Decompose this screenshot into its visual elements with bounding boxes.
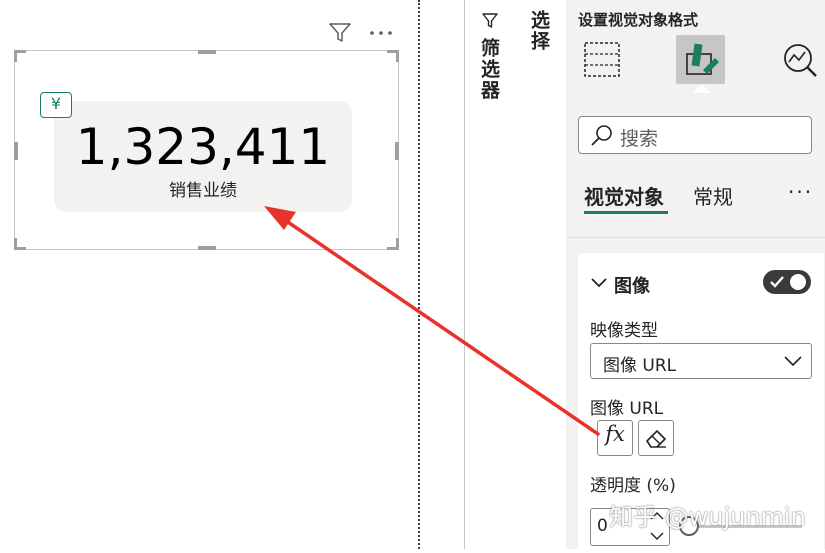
build-visual-icon[interactable] — [582, 40, 622, 80]
checkmark-icon — [769, 274, 785, 294]
watermark: 知乎 @wujunmin — [609, 503, 806, 531]
filters-pane-title[interactable]: 筛选器 — [476, 38, 503, 101]
resize-handle[interactable] — [198, 50, 216, 54]
resize-handle[interactable] — [14, 50, 17, 62]
image-type-value: 图像 URL — [603, 356, 677, 376]
visualizations-pane-strip-title[interactable]: 选择 — [526, 10, 553, 52]
yen-icon: ¥ — [40, 92, 72, 118]
chevron-down-icon — [783, 353, 803, 373]
filter-icon — [481, 12, 499, 34]
canvas-pane-divider — [418, 0, 420, 549]
resize-handle[interactable] — [14, 142, 18, 160]
selected-tab-pointer — [693, 84, 711, 93]
resize-handle[interactable] — [396, 50, 399, 62]
image-url-label: 图像 URL — [590, 399, 664, 419]
tab-general[interactable]: 常规 — [693, 181, 733, 210]
resize-handle[interactable] — [396, 238, 399, 250]
filter-icon[interactable] — [328, 22, 352, 48]
divider — [566, 237, 825, 238]
search-placeholder: 搜索 — [620, 128, 659, 150]
format-visual-icon[interactable] — [681, 40, 721, 80]
search-icon — [590, 124, 614, 152]
image-type-label: 映像类型 — [590, 321, 658, 341]
resize-handle[interactable] — [198, 246, 216, 250]
transparency-label: 透明度 (%) — [590, 476, 676, 496]
card-category-label: 销售业绩 — [169, 181, 237, 201]
transparency-value: 0 — [597, 516, 608, 536]
card-value: 1,323,411 — [75, 118, 331, 176]
active-tab-indicator — [584, 211, 668, 214]
fx-icon: fx — [605, 422, 625, 446]
tab-visual[interactable]: 视觉对象 — [584, 181, 664, 210]
analytics-icon[interactable] — [781, 40, 821, 80]
eraser-icon — [644, 427, 668, 453]
chevron-down-icon[interactable] — [590, 275, 608, 295]
pane-title: 设置视觉对象格式 — [578, 11, 699, 29]
more-options-icon[interactable] — [368, 22, 394, 48]
more-options-icon[interactable]: ··· — [788, 180, 813, 204]
toggle-knob — [790, 274, 806, 290]
resize-handle[interactable] — [395, 142, 399, 160]
resize-handle[interactable] — [14, 238, 17, 250]
section-title[interactable]: 图像 — [614, 272, 650, 298]
visualizations-pane-strip — [514, 0, 567, 549]
